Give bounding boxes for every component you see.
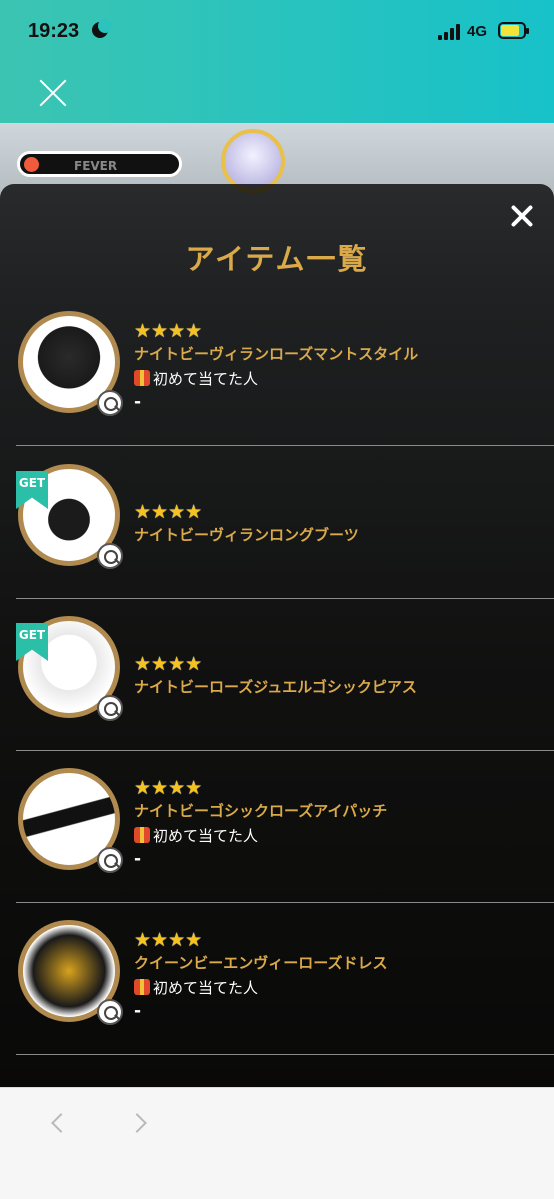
modal-title: アイテム一覧 <box>185 242 369 276</box>
item-value: - <box>134 1001 142 1021</box>
rarity-stars: ★★★★ <box>134 929 203 951</box>
back-icon[interactable] <box>48 1112 70 1134</box>
fever-label: FEVER <box>74 159 118 173</box>
list-item[interactable]: ★★★★ ナイトビーゴシックローズアイパッチ 初めて当てた人 - <box>0 751 554 903</box>
close-modal-button[interactable] <box>508 202 536 230</box>
moon-icon <box>92 19 112 38</box>
network-label: 4G <box>467 23 488 40</box>
rarity-stars: ★★★★ <box>134 653 203 675</box>
close-webview-button[interactable] <box>38 78 68 108</box>
zoom-icon[interactable] <box>97 390 123 416</box>
item-name: クイーンビーエンヴィーローズドレス <box>134 954 388 972</box>
signal-icon <box>438 24 462 40</box>
gift-icon <box>134 370 150 386</box>
gift-icon <box>134 979 150 995</box>
list-item[interactable]: GET ★★★★ ナイトビーヴィランロングブーツ <box>0 447 554 599</box>
item-note: 初めて当てた人 <box>134 825 258 846</box>
item-note: 初めて当てた人 <box>134 368 258 389</box>
zoom-icon[interactable] <box>97 543 123 569</box>
battery-icon <box>498 22 529 39</box>
fever-dot-icon <box>24 157 39 172</box>
item-name: ナイトビーローズジュエルゴシックピアス <box>134 678 417 696</box>
rarity-stars: ★★★★ <box>134 320 203 342</box>
item-note: 初めて当てた人 <box>134 977 258 998</box>
item-value: - <box>134 849 142 869</box>
item-value: - <box>134 392 142 412</box>
fever-gauge: FEVER <box>17 151 182 177</box>
zoom-icon[interactable] <box>97 847 123 873</box>
divider <box>16 445 554 446</box>
item-name: ナイトビーヴィランローズマントスタイル <box>134 345 419 363</box>
item-list-modal: アイテム一覧 ★★★★ ナイトビーヴィランローズマントスタイル 初めて当てた人 … <box>0 184 554 1087</box>
item-name: ナイトビーヴィランロングブーツ <box>134 526 359 544</box>
forward-icon[interactable] <box>130 1112 152 1134</box>
zoom-icon[interactable] <box>97 999 123 1025</box>
status-header: 19:23 4G <box>0 0 554 123</box>
list-item[interactable]: ★★★★ クイーンビーエンヴィーローズドレス 初めて当てた人 - <box>0 903 554 1055</box>
item-name: ナイトビーゴシックローズアイパッチ <box>134 802 388 820</box>
status-time: 19:23 <box>28 20 80 42</box>
zoom-icon[interactable] <box>97 695 123 721</box>
rarity-stars: ★★★★ <box>134 777 203 799</box>
browser-toolbar <box>0 1087 554 1199</box>
gift-icon <box>134 827 150 843</box>
list-item[interactable]: ★★★★ ナイトビーヴィランローズマントスタイル 初めて当てた人 - <box>0 294 554 446</box>
rarity-stars: ★★★★ <box>134 501 203 523</box>
divider <box>16 1054 554 1055</box>
list-item[interactable]: GET ★★★★ ナイトビーローズジュエルゴシックピアス <box>0 599 554 751</box>
